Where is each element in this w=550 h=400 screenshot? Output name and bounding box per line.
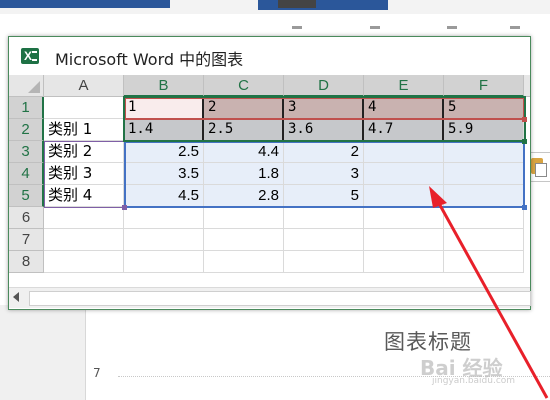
cell-b3[interactable]: 2.5 bbox=[124, 141, 204, 163]
row-header-5[interactable]: 5 bbox=[9, 185, 44, 207]
cell-e4[interactable] bbox=[364, 163, 444, 185]
cell-b2[interactable]: 1.4 bbox=[124, 119, 204, 141]
cell-c3[interactable]: 4.4 bbox=[204, 141, 284, 163]
cell-a7[interactable] bbox=[44, 229, 124, 251]
cell-d2[interactable]: 3.6 bbox=[284, 119, 364, 141]
cell-d5[interactable]: 5 bbox=[284, 185, 364, 207]
document-margin bbox=[0, 305, 85, 400]
cell-d4[interactable]: 3 bbox=[284, 163, 364, 185]
cell-e5[interactable] bbox=[364, 185, 444, 207]
cell-f1[interactable]: 5 bbox=[444, 97, 524, 119]
resize-handle[interactable] bbox=[122, 205, 127, 210]
paper-icon bbox=[535, 163, 547, 177]
cell-a1[interactable] bbox=[44, 97, 124, 119]
ribbon-marker bbox=[447, 26, 457, 29]
cell-a6[interactable] bbox=[44, 207, 124, 229]
row-header-3[interactable]: 3 bbox=[9, 141, 44, 163]
cell-f6[interactable] bbox=[444, 207, 524, 229]
cell-f5[interactable] bbox=[444, 185, 524, 207]
cell-e3[interactable] bbox=[364, 141, 444, 163]
window-titlebar[interactable]: X Microsoft Word 中的图表 bbox=[9, 37, 530, 75]
resize-handle[interactable] bbox=[522, 117, 527, 122]
cell-d1[interactable]: 3 bbox=[284, 97, 364, 119]
cell-e6[interactable] bbox=[364, 207, 444, 229]
scroll-left-icon[interactable] bbox=[13, 292, 19, 302]
cell-c1[interactable]: 2 bbox=[204, 97, 284, 119]
cell-d8[interactable] bbox=[284, 251, 364, 273]
cell-a8[interactable] bbox=[44, 251, 124, 273]
ribbon-marker bbox=[370, 26, 380, 29]
cell-a2[interactable]: 类别 1 bbox=[44, 119, 124, 141]
row-header-4[interactable]: 4 bbox=[9, 163, 44, 185]
cell-b8[interactable] bbox=[124, 251, 204, 273]
cell-f8[interactable] bbox=[444, 251, 524, 273]
spreadsheet-grid[interactable]: A B C D E F 1 2 3 4 5 6 7 8 1 2 3 4 5 类别… bbox=[9, 75, 530, 283]
column-header-a[interactable]: A bbox=[44, 75, 124, 97]
word-ribbon-tab bbox=[0, 0, 170, 8]
cell-c4[interactable]: 1.8 bbox=[204, 163, 284, 185]
row-header-2[interactable]: 2 bbox=[9, 119, 44, 141]
cell-c2[interactable]: 2.5 bbox=[204, 119, 284, 141]
ribbon-marker bbox=[292, 26, 302, 29]
cell-e2[interactable]: 4.7 bbox=[364, 119, 444, 141]
cell-b7[interactable] bbox=[124, 229, 204, 251]
horizontal-scrollbar[interactable] bbox=[9, 287, 531, 308]
cell-e7[interactable] bbox=[364, 229, 444, 251]
cell-c6[interactable] bbox=[204, 207, 284, 229]
cell-f7[interactable] bbox=[444, 229, 524, 251]
cell-a3[interactable]: 类别 2 bbox=[44, 141, 124, 163]
row-header-6[interactable]: 6 bbox=[9, 207, 44, 229]
column-header-d[interactable]: D bbox=[284, 75, 364, 97]
cell-b6[interactable] bbox=[124, 207, 204, 229]
cell-c8[interactable] bbox=[204, 251, 284, 273]
cell-c5[interactable]: 2.8 bbox=[204, 185, 284, 207]
cell-d3[interactable]: 2 bbox=[284, 141, 364, 163]
column-header-b[interactable]: B bbox=[124, 75, 204, 97]
column-header-c[interactable]: C bbox=[204, 75, 284, 97]
cell-f2[interactable]: 5.9 bbox=[444, 119, 524, 141]
row-header-1[interactable]: 1 bbox=[9, 97, 44, 119]
cell-f4[interactable] bbox=[444, 163, 524, 185]
page-number: 7 bbox=[93, 366, 101, 380]
window-title: Microsoft Word 中的图表 bbox=[55, 50, 244, 69]
word-ribbon-tab bbox=[278, 0, 316, 8]
column-header-g[interactable] bbox=[524, 75, 530, 97]
resize-handle[interactable] bbox=[522, 205, 527, 210]
resize-handle[interactable] bbox=[522, 139, 527, 144]
cell-c7[interactable] bbox=[204, 229, 284, 251]
cell-e1[interactable]: 4 bbox=[364, 97, 444, 119]
scrollbar-track[interactable] bbox=[29, 291, 531, 306]
select-all-button[interactable] bbox=[9, 75, 44, 97]
document-page-edge bbox=[85, 305, 86, 400]
cell-e8[interactable] bbox=[364, 251, 444, 273]
cell-b1[interactable]: 1 bbox=[124, 97, 204, 119]
chart-data-window[interactable]: X Microsoft Word 中的图表 A B C D E F 1 2 3 … bbox=[8, 36, 531, 310]
cell-f3[interactable] bbox=[444, 141, 524, 163]
cell-b4[interactable]: 3.5 bbox=[124, 163, 204, 185]
row-header-8[interactable]: 8 bbox=[9, 251, 44, 273]
watermark-url: jingyan.baidu.com bbox=[432, 376, 516, 386]
row-header-7[interactable]: 7 bbox=[9, 229, 44, 251]
excel-icon: X bbox=[21, 48, 39, 64]
column-header-f[interactable]: F bbox=[444, 75, 524, 97]
column-header-e[interactable]: E bbox=[364, 75, 444, 97]
cell-a5[interactable]: 类别 4 bbox=[44, 185, 124, 207]
cell-a4[interactable]: 类别 3 bbox=[44, 163, 124, 185]
cell-d7[interactable] bbox=[284, 229, 364, 251]
ribbon-marker bbox=[510, 26, 520, 29]
cell-b5[interactable]: 4.5 bbox=[124, 185, 204, 207]
cell-d6[interactable] bbox=[284, 207, 364, 229]
